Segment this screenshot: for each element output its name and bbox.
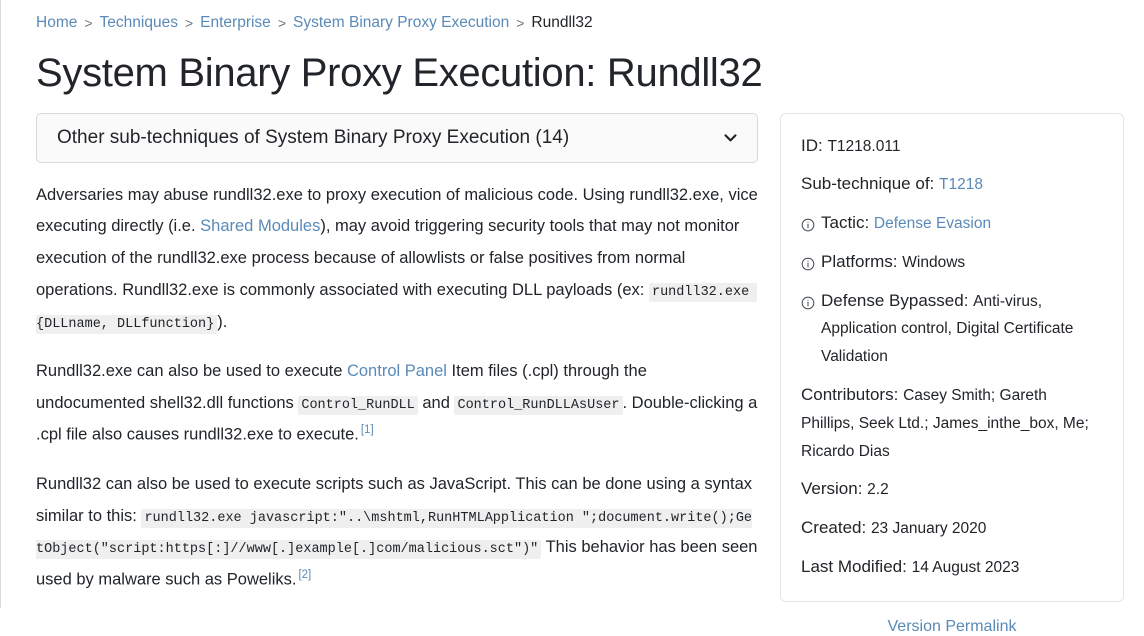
- info-label-sub-technique-of: Sub-technique of:: [801, 174, 935, 194]
- breadcrumb-item-current: Rundll32: [531, 14, 593, 31]
- p1-text-part-3: ).: [217, 312, 228, 331]
- info-label-created: Created:: [801, 518, 867, 538]
- info-value-id: T1218.011: [827, 137, 901, 155]
- p2-text-part-1: Rundll32.exe can also be used to execute: [36, 361, 347, 380]
- p2-text-part-3: and: [417, 393, 455, 412]
- breadcrumb-item-enterprise[interactable]: Enterprise: [200, 15, 271, 31]
- info-label-contributors: Contributors:: [801, 385, 899, 405]
- info-value-created: 23 January 2020: [870, 520, 987, 538]
- technique-info-card: ID: T1218.011 Sub-technique of: T1218 Ta…: [780, 112, 1124, 602]
- side-column: ID: T1218.011 Sub-technique of: T1218 Ta…: [780, 112, 1124, 636]
- info-value-tactic[interactable]: Defense Evasion: [874, 215, 991, 232]
- info-row-contributors: Contributors: Casey Smith; Gareth Philli…: [801, 381, 1103, 464]
- info-row-created: Created: 23 January 2020: [801, 514, 1103, 542]
- version-permalink-container: Version Permalink: [780, 618, 1124, 636]
- citation-2[interactable]: [2]: [298, 569, 311, 581]
- info-value-platforms: Windows: [902, 253, 966, 271]
- breadcrumb: Home > Techniques > Enterprise > System …: [36, 0, 1144, 31]
- description-paragraph-1: Adversaries may abuse rundll32.exe to pr…: [36, 180, 758, 339]
- breadcrumb-item-home[interactable]: Home: [36, 15, 77, 31]
- left-page-rule: [0, 0, 1, 608]
- citation-1[interactable]: [1]: [361, 424, 374, 436]
- breadcrumb-item-system-binary-proxy-execution[interactable]: System Binary Proxy Execution: [293, 15, 509, 31]
- info-value-version: 2.2: [867, 481, 889, 499]
- link-shared-modules[interactable]: Shared Modules: [200, 217, 320, 235]
- info-row-version: Version: 2.2: [801, 475, 1103, 503]
- chevron-down-icon: [722, 129, 739, 146]
- info-row-platforms: Platforms: Windows: [801, 248, 1103, 276]
- technique-description: Adversaries may abuse rundll32.exe to pr…: [36, 180, 758, 597]
- info-icon: [801, 291, 815, 310]
- info-label-version: Version:: [801, 479, 863, 499]
- info-row-last-modified: Last Modified: 14 August 2023: [801, 553, 1103, 581]
- page-title: System Binary Proxy Execution: Rundll32: [36, 50, 763, 95]
- main-column: Other sub-techniques of System Binary Pr…: [36, 112, 758, 614]
- info-value-sub-technique-of[interactable]: T1218: [939, 176, 983, 193]
- info-icon: [801, 213, 815, 232]
- breadcrumb-item-techniques[interactable]: Techniques: [100, 15, 178, 31]
- page-content: Home > Techniques > Enterprise > System …: [0, 0, 1144, 636]
- info-value-last-modified: 14 August 2023: [911, 559, 1020, 577]
- link-control-panel[interactable]: Control Panel: [347, 362, 447, 380]
- sub-techniques-dropdown[interactable]: Other sub-techniques of System Binary Pr…: [36, 112, 758, 163]
- breadcrumb-separator: >: [516, 14, 525, 31]
- description-paragraph-3: Rundll32 can also be used to execute scr…: [36, 469, 758, 597]
- info-icon: [801, 252, 815, 271]
- breadcrumb-separator: >: [277, 14, 286, 31]
- version-permalink-link[interactable]: Version Permalink: [888, 618, 1017, 635]
- breadcrumb-separator: >: [84, 14, 93, 31]
- sub-techniques-dropdown-label: Other sub-techniques of System Binary Pr…: [57, 126, 570, 148]
- info-label-last-modified: Last Modified:: [801, 557, 907, 577]
- info-label-defense-bypassed: Defense Bypassed:: [821, 290, 969, 310]
- breadcrumb-separator: >: [184, 14, 194, 31]
- code-control-rundll: Control_RunDLL: [298, 395, 418, 415]
- content-columns: Other sub-techniques of System Binary Pr…: [36, 112, 1144, 636]
- info-row-tactic: Tactic: Defense Evasion: [801, 209, 1103, 237]
- description-paragraph-2: Rundll32.exe can also be used to execute…: [36, 356, 758, 452]
- info-row-defense-bypassed: Defense Bypassed: Anti-virus, Applicatio…: [801, 287, 1103, 370]
- info-label-platforms: Platforms:: [821, 251, 898, 271]
- info-label-id: ID:: [801, 135, 823, 155]
- code-control-rundll-as-user: Control_RunDLLAsUser: [454, 395, 623, 415]
- info-label-tactic: Tactic:: [821, 213, 870, 233]
- info-row-id: ID: T1218.011: [801, 132, 1103, 160]
- info-row-sub-technique-of: Sub-technique of: T1218: [801, 170, 1103, 198]
